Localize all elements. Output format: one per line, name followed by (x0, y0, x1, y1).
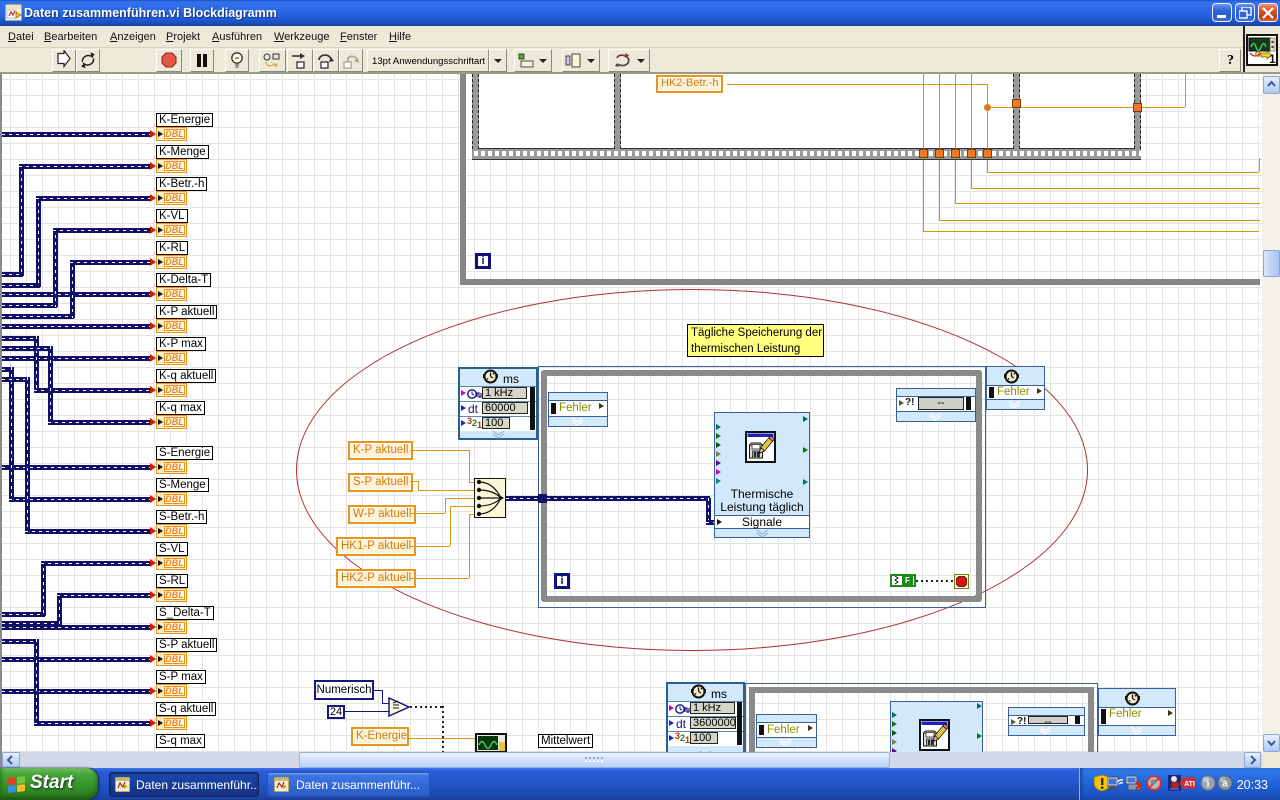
svg-text:1: 1 (1269, 52, 1276, 64)
svg-text:a: a (1222, 779, 1228, 790)
svg-text:ATI: ATI (1184, 781, 1195, 788)
svg-text:i: i (1207, 779, 1210, 790)
